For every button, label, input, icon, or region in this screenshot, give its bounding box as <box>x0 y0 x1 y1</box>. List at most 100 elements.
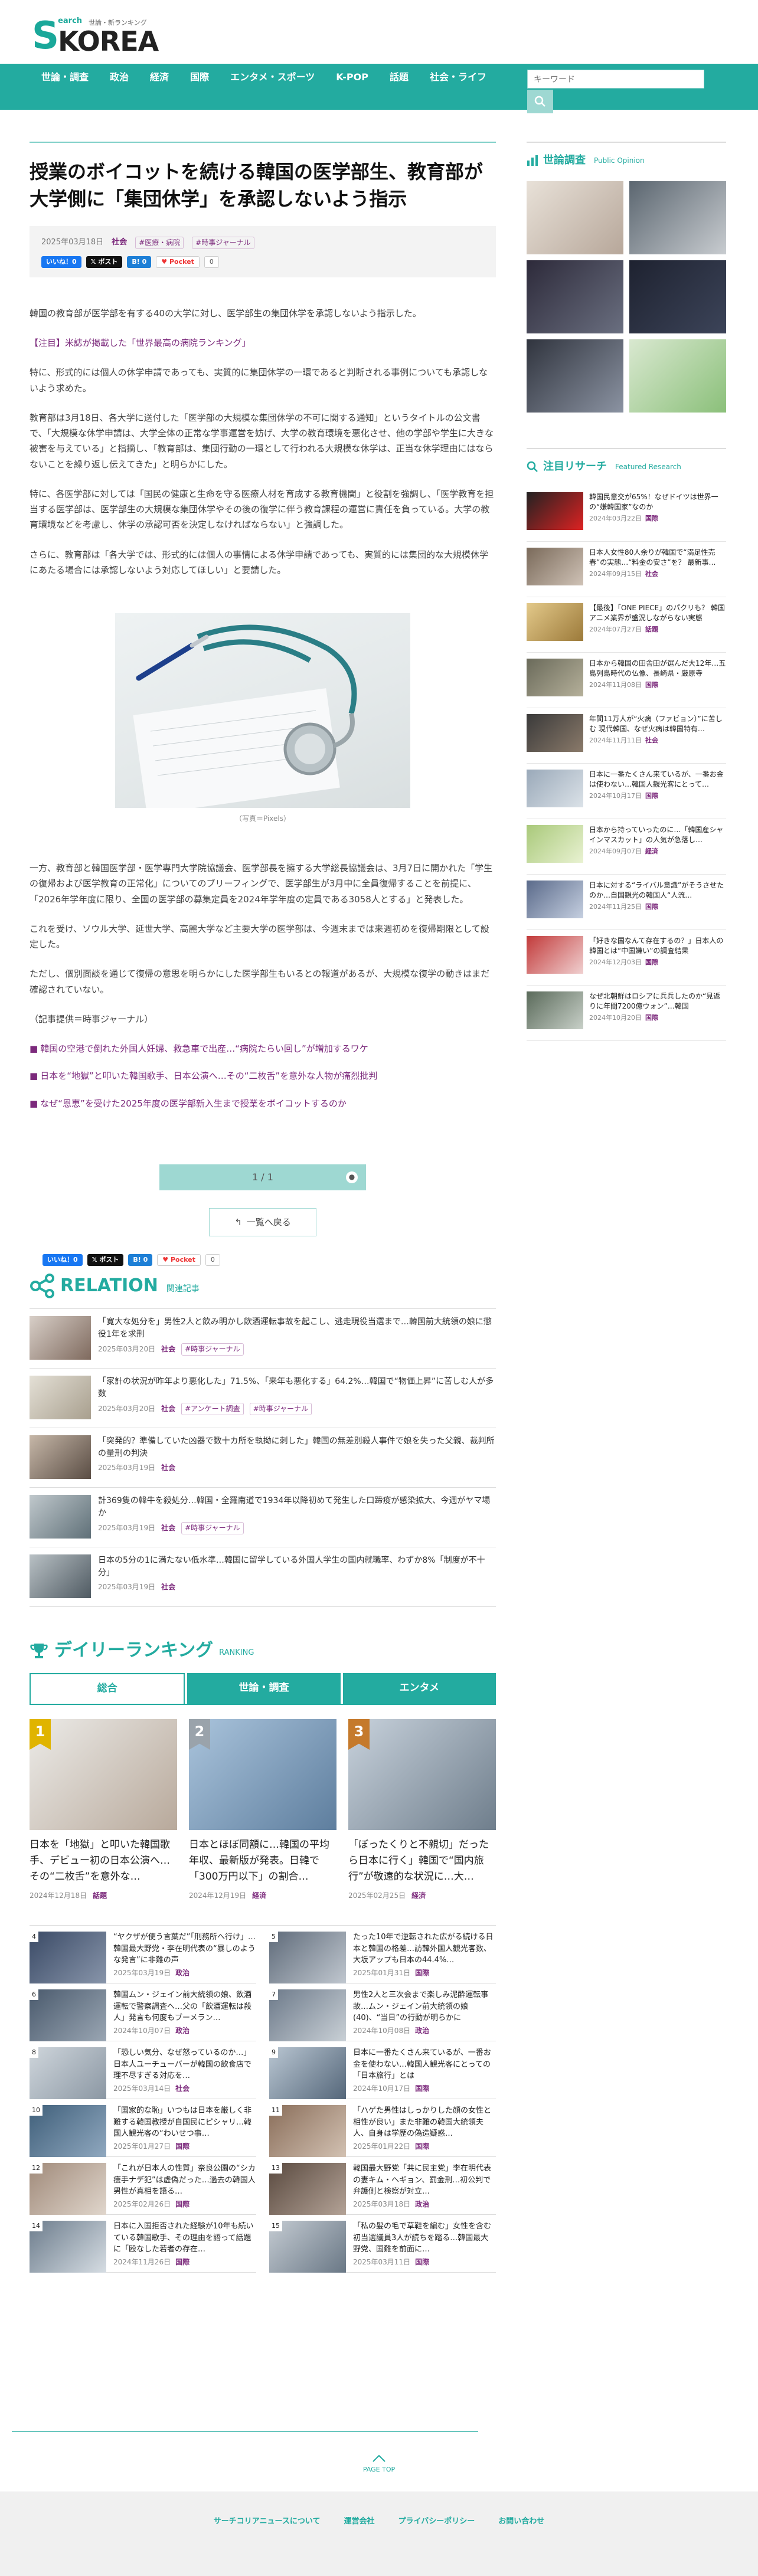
research-item[interactable]: 日本から韓国の田舎田が選んだ大12年…五島列島時代の仏像、長崎県・厳原寺 2024… <box>527 653 726 708</box>
inline-related-link[interactable]: 韓国の空港で倒れた外国人妊婦、救急車で出産…“病院たらい回し”が増加するワケ <box>30 1043 368 1054</box>
inline-related-link[interactable]: なぜ“恩恵”を受けた2025年度の医学部新入生まで授業をボイコットするのか <box>30 1098 347 1109</box>
ranking-headline[interactable]: 日本に入国拒否された経験が10年も続いている韓国歌手、その理由を語って話題に「殴… <box>113 2221 256 2256</box>
research-category[interactable]: 国際 <box>645 902 658 912</box>
nav-item[interactable]: 政治 <box>110 70 129 85</box>
ranking-item[interactable]: 12 「これが日本人の性質」奈良公園の“シカ痩手ナデ犯”は虚偽だった…過去の韓国人… <box>30 2157 256 2215</box>
nav-item[interactable]: 社会・ライフ <box>430 70 486 85</box>
ranking-item[interactable]: 4 “ヤクザが使う言葉だ”「刑務所へ行け」…韓国最大野党・李在明代表の“暴しのよう… <box>30 1926 256 1984</box>
research-headline[interactable]: 韓国民意交が65%！なぜドイツは世界一の“嫌韓国家”なのか <box>589 492 726 513</box>
ranking-category[interactable]: 経済 <box>252 1890 266 1901</box>
nav-item[interactable]: 話題 <box>390 70 409 85</box>
research-category[interactable]: 国際 <box>645 791 658 801</box>
opinion-thumb[interactable] <box>629 181 726 254</box>
next-page-icon[interactable]: ● <box>346 1171 358 1183</box>
ranking-headline[interactable]: たった10年で逆転された広がる続ける日本と韓国の格差…訪韓外国人観光客数、大坂ア… <box>353 1932 496 1966</box>
footer-link[interactable]: お問い合わせ <box>498 2516 544 2528</box>
tab-entertainment[interactable]: エンタメ <box>342 1672 496 1704</box>
opinion-thumb[interactable] <box>629 339 726 413</box>
research-category[interactable]: 国際 <box>645 680 658 690</box>
relation-item[interactable]: 「突発的？準備していた凶器で数十カ所を執拗に刺した」韓国の無差別殺人事件で娘を失… <box>30 1428 496 1488</box>
hatena-bookmark-button[interactable]: B! 0 <box>128 1253 153 1266</box>
research-headline[interactable]: 日本から韓国の田舎田が選んだ大12年…五島列島時代の仏像、長崎県・厳原寺 <box>589 659 726 679</box>
nav-item[interactable]: エンタメ・スポーツ <box>230 70 315 85</box>
research-item[interactable]: 日本人女性80人余りが韓国で“満足性売春”の実態…“料金の安さ”を？ 最新事… 2… <box>527 542 726 597</box>
x-post-button[interactable]: 𝕏 ポスト <box>87 1253 124 1266</box>
ranking-headline[interactable]: “ヤクザが使う言葉だ”「刑務所へ行け」…韓国最大野党・李在明代表の“暴しのような… <box>113 1932 256 1966</box>
ranking-top-item[interactable]: 2 日本とほぼ同額に…韓国の平均年収、最新版が発表。日韓で「300万円以下」の割合… <box>189 1719 336 1901</box>
relation-item[interactable]: 日本の5分の1に満たない低水準…韓国に留学している外国人学生の国内就職率、わずか… <box>30 1547 496 1607</box>
ranking-headline[interactable]: 韓国ムン・ジェイン前大統領の娘、飲酒運転で警察調査へ…父の「飲酒運転は殺人」発言… <box>113 1989 256 2024</box>
ranking-item[interactable]: 13 韓国最大野党「共に民主党」李在明代表の妻キム・ヘギョン、罰金刑…初公判で弁護… <box>269 2157 496 2215</box>
ranking-category[interactable]: 話題 <box>93 1890 107 1901</box>
research-item[interactable]: 日本に対する“ライバル意識”がそうさせたのか…自国観光の韓国人“人流… 2024年… <box>527 875 726 930</box>
research-headline[interactable]: 「好きな国なんて存在するの？」日本人の韓国とは“中国嫌い”の調査結果 <box>589 936 726 957</box>
ranking-category[interactable]: 政治 <box>415 2199 429 2210</box>
ranking-category[interactable]: 社会 <box>175 2083 190 2094</box>
relation-category[interactable]: 社会 <box>161 1462 175 1474</box>
x-post-button[interactable]: 𝕏 ポスト <box>86 256 123 268</box>
nav-item[interactable]: 世論・調査 <box>41 70 89 85</box>
ranking-item[interactable]: 14 日本に入国拒否された経験が10年も続いている韓国歌手、その理由を語って話題に… <box>30 2215 256 2273</box>
research-headline[interactable]: 日本に対する“ライバル意識”がそうさせたのか…自国観光の韓国人“人流… <box>589 881 726 901</box>
ranking-category[interactable]: 国際 <box>415 2141 429 2152</box>
ranking-item[interactable]: 6 韓国ムン・ジェイン前大統領の娘、飲酒運転で警察調査へ…父の「飲酒運転は殺人」発… <box>30 1983 256 2042</box>
ranking-item[interactable]: 5 たった10年で逆転された広がる続ける日本と韓国の格差…訪韓外国人観光客数、大坂… <box>269 1926 496 1984</box>
pocket-button[interactable]: ♥ Pocket <box>156 256 200 268</box>
relation-headline[interactable]: 「寛大な処分を」男性2人と飲み明かし飲酒運転事故を起こし、逃走現役当選まで…韓国… <box>98 1316 496 1341</box>
ranking-item[interactable]: 7 男性2人と三次会まで楽しみ泥酔運転事故…ムン・ジェイン前大統領の娘(40)、“… <box>269 1983 496 2042</box>
research-headline[interactable]: 日本人女性80人余りが韓国で“満足性売春”の実態…“料金の安さ”を？ 最新事… <box>589 548 726 568</box>
research-headline[interactable]: 年間11万人が“火病（ファビョン）”に苦しむ 現代韓国、なぜ火病は韓国特有… <box>589 714 726 735</box>
ranking-category[interactable]: 国際 <box>175 2257 190 2268</box>
ranking-headline[interactable]: 「私の髪の毛で草鞋を編む」女性を含む初当選議員3人が読ちを踏る…韓国最大野党、国… <box>353 2221 496 2256</box>
research-headline[interactable]: 【最後】「ONE PIECE」のパクリも？ 韓国アニメ業界が盛況しながらない実態 <box>589 603 726 624</box>
research-category[interactable]: 社会 <box>645 735 658 746</box>
ranking-item[interactable]: 11 「ハゲた男性はしっかりした顔の女性と相性が良い」また非難の韓国大統領夫人、自… <box>269 2099 496 2158</box>
research-category[interactable]: 国際 <box>645 957 658 968</box>
back-to-list-button[interactable]: ↰ 一覧へ戻る <box>209 1207 316 1236</box>
nav-item[interactable]: 国際 <box>190 70 209 85</box>
nav-item[interactable]: 経済 <box>150 70 169 85</box>
relation-category[interactable]: 社会 <box>161 1582 175 1593</box>
ranking-headline[interactable]: 「国家的な恥」いつもは日本を厳しく非難する韓国教授が自国民にピシャリ…韓国人観光… <box>113 2105 256 2140</box>
search-button[interactable] <box>527 90 553 113</box>
research-item[interactable]: 年間11万人が“火病（ファビョン）”に苦しむ 現代韓国、なぜ火病は韓国特有… 20… <box>527 708 726 764</box>
research-category[interactable]: 国際 <box>645 513 658 524</box>
search-input[interactable] <box>527 70 704 89</box>
ranking-headline[interactable]: 日本に一番たくさん来ているが、一番お金を使わない…韓国人観光客にとっての「日本旅… <box>353 2047 496 2082</box>
ranking-item[interactable]: 9 日本に一番たくさん来ているが、一番お金を使わない…韓国人観光客にとっての「日本… <box>269 2041 496 2100</box>
research-headline[interactable]: 日本から持っていったのに…「韓国産シャインマスカット」の人気が急落し… <box>589 825 726 846</box>
article-category[interactable]: 社会 <box>112 237 127 249</box>
nav-item[interactable]: K-POP <box>336 70 368 85</box>
tab-overall[interactable]: 総合 <box>30 1672 185 1704</box>
ranking-item[interactable]: 8 「恐しい気分、なぜ怒っているのか…」日本人ユーチューバーが韓国の飲食店で理不尽… <box>30 2041 256 2100</box>
ranking-category[interactable]: 政治 <box>175 2025 190 2037</box>
relation-item[interactable]: 「家計の状況が昨年より悪化した」71.5%、「来年も悪化する」64.2%…韓国で… <box>30 1369 496 1428</box>
facebook-like-button[interactable]: いいね！0 <box>43 1253 83 1266</box>
ranking-item[interactable]: 10 「国家的な恥」いつもは日本を厳しく非難する韓国教授が自国民にピシャリ…韓国人… <box>30 2099 256 2158</box>
article-tag[interactable]: #医療・病院 <box>135 236 184 249</box>
relation-item[interactable]: 「寛大な処分を」男性2人と飲み明かし飲酒運転事故を起こし、逃走現役当選まで…韓国… <box>30 1309 496 1369</box>
research-category[interactable]: 話題 <box>645 624 658 635</box>
relation-category[interactable]: 社会 <box>161 1344 175 1355</box>
pocket-button[interactable]: ♥ Pocket <box>157 1253 201 1266</box>
research-item[interactable]: なぜ北朝鮮はロシアに兵兵したのか“見返りに年間7200億ウォン”…韓国 2024年… <box>527 986 726 1041</box>
footer-link[interactable]: プライバシーポリシー <box>398 2516 475 2528</box>
research-headline[interactable]: なぜ北朝鮮はロシアに兵兵したのか“見返りに年間7200億ウォン”…韓国 <box>589 991 726 1012</box>
ranking-headline[interactable]: 韓国最大野党「共に民主党」李在明代表の妻キム・ヘギョン、罰金刑…初公判で弁護側と… <box>353 2163 496 2198</box>
research-item[interactable]: 韓国民意交が65%！なぜドイツは世界一の“嫌韓国家”なのか 2024年03月22日… <box>527 486 726 542</box>
ranking-category[interactable]: 政治 <box>415 2025 429 2037</box>
featured-link[interactable]: 【注目】米誌が掲載した「世界最高の病院ランキング」 <box>30 338 251 348</box>
facebook-like-button[interactable]: いいね！0 <box>41 256 81 268</box>
ranking-category[interactable]: 経済 <box>411 1890 426 1901</box>
relation-tag[interactable]: #時事ジャーナル <box>181 1521 244 1535</box>
ranking-category[interactable]: 国際 <box>175 2199 190 2210</box>
page-top-link[interactable]: PAGE TOP <box>0 2455 758 2475</box>
research-category[interactable]: 経済 <box>645 846 658 857</box>
ranking-category[interactable]: 政治 <box>175 1968 190 1979</box>
opinion-thumb[interactable] <box>527 181 623 254</box>
ranking-category[interactable]: 国際 <box>175 2141 190 2152</box>
research-item[interactable]: 日本に一番たくさん来ているが、一番お金は使わない…韓国人観光客にとって… 2024… <box>527 764 726 819</box>
research-item[interactable]: 【最後】「ONE PIECE」のパクリも？ 韓国アニメ業界が盛況しながらない実態… <box>527 597 726 653</box>
ranking-top-item[interactable]: 1 日本を「地獄」と叩いた韓国歌手、デビュー初の日本公演へ…その“二枚舌”を意外な… <box>30 1719 177 1901</box>
relation-category[interactable]: 社会 <box>161 1523 175 1534</box>
